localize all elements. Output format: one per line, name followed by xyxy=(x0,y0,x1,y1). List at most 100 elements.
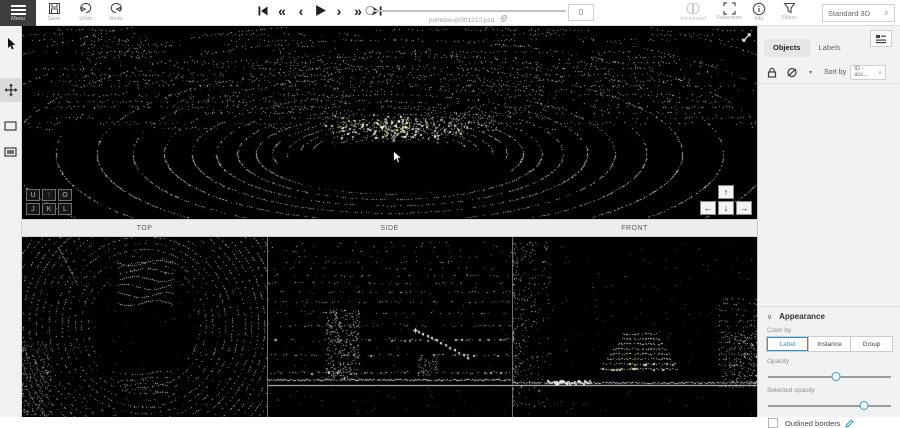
pointer-icon xyxy=(5,37,17,51)
objects-toolbar: ▾ Sort by ID - asc... ∨ xyxy=(758,61,900,84)
next-frame-button[interactable]: › xyxy=(332,3,346,18)
color-by-option-group[interactable]: Group xyxy=(851,337,892,351)
chevron-down-icon: ∨ xyxy=(767,313,772,321)
box-icon xyxy=(4,121,17,131)
sort-select[interactable]: ID - asc... ∨ xyxy=(850,65,886,80)
panel-layout-button[interactable] xyxy=(870,30,892,47)
list-layout-icon xyxy=(875,34,887,44)
color-by-segmented-control: Label Instance Group xyxy=(766,336,893,352)
undo-icon xyxy=(79,2,93,15)
front-view-canvas[interactable] xyxy=(513,237,757,417)
top-view-label: TOP xyxy=(22,220,267,236)
sort-by-label: Sort by xyxy=(824,69,846,76)
pan-left-button[interactable]: ← xyxy=(700,201,716,215)
chevron-down-icon: ∨ xyxy=(878,69,882,76)
expand-icon xyxy=(741,32,752,43)
pan-up-button[interactable]: ↑ xyxy=(718,185,734,199)
selected-opacity-slider[interactable] xyxy=(768,401,891,410)
view-pan-keypad: ↑ ← ↓ → xyxy=(700,183,752,215)
key-o-button[interactable]: O xyxy=(58,189,72,201)
tab-objects[interactable]: Objects xyxy=(764,39,810,57)
expand-view-button[interactable] xyxy=(741,30,752,48)
left-tool-palette xyxy=(0,26,22,417)
opacity-slider-handle[interactable] xyxy=(831,372,840,381)
side-view-canvas[interactable] xyxy=(268,237,512,417)
menu-label: Menu xyxy=(0,17,36,22)
pan-down-button[interactable]: ↓ xyxy=(718,201,734,215)
brain-icon xyxy=(685,2,701,16)
move-icon xyxy=(4,83,18,97)
appearance-title: Appearance xyxy=(779,312,825,321)
tab-labels[interactable]: Labels xyxy=(810,39,850,57)
opacity-slider[interactable] xyxy=(768,372,891,381)
key-k-button[interactable]: K xyxy=(42,203,56,215)
skip-to-start-button[interactable] xyxy=(256,3,270,18)
ortho-views-row xyxy=(22,237,757,417)
top-toolbar: Menu Save Undo Redo « ‹ xyxy=(0,0,900,26)
outlined-borders-checkbox[interactable] xyxy=(768,418,778,428)
eye-off-icon xyxy=(786,67,798,78)
chevron-down-icon: ∨ xyxy=(884,9,889,17)
attachment-icon[interactable] xyxy=(499,15,507,23)
key-i-button[interactable]: I xyxy=(42,189,56,201)
selected-opacity-label: Selected opacity xyxy=(767,387,900,394)
menu-button[interactable]: Menu xyxy=(0,0,36,26)
box-tool-button[interactable] xyxy=(0,114,21,138)
mouse-cursor xyxy=(392,150,403,170)
outlined-borders-row: Outlined borders xyxy=(768,418,900,428)
appearance-header[interactable]: ∨ Appearance xyxy=(758,307,900,321)
move-tool-button[interactable] xyxy=(0,78,21,102)
hide-all-button[interactable] xyxy=(786,67,798,78)
view-mode-value: Standard 3D xyxy=(828,9,870,18)
panel-tabs: Objects Labels xyxy=(764,39,850,57)
pan-right-button[interactable]: → xyxy=(736,201,752,215)
play-icon xyxy=(314,4,327,17)
appearance-section: ∨ Appearance Color by Label Instance Gro… xyxy=(758,306,900,417)
color-by-option-label[interactable]: Label xyxy=(767,337,809,351)
key-u-button[interactable]: U xyxy=(26,189,40,201)
color-by-label: Color by xyxy=(767,327,900,334)
opacity-label: Opacity xyxy=(767,358,900,365)
redo-icon xyxy=(109,2,123,15)
redo-button[interactable]: Redo xyxy=(102,2,130,22)
key-l-button[interactable]: L xyxy=(58,203,72,215)
save-icon xyxy=(48,2,61,15)
color-by-option-instance[interactable]: Instance xyxy=(809,337,851,351)
save-button[interactable]: Save xyxy=(40,2,68,22)
frame-number-input[interactable] xyxy=(568,4,594,21)
undo-button[interactable]: Undo xyxy=(72,2,100,22)
view-mode-select[interactable]: Standard 3D ∨ xyxy=(822,4,895,22)
filter-icon xyxy=(783,2,796,15)
right-panel: Objects Labels ▾ Sort by ID - asc... ∨ ∨… xyxy=(757,26,900,417)
skip-start-icon xyxy=(257,5,269,17)
ortho-view-labels: TOP SIDE FRONT xyxy=(22,219,757,237)
fullscreen-button[interactable]: Fullscreen xyxy=(712,2,746,21)
selected-opacity-slider-handle[interactable] xyxy=(859,401,868,410)
pointcloud-3d-canvas[interactable] xyxy=(22,26,757,219)
caret-down-icon[interactable]: ▾ xyxy=(809,69,812,76)
play-button[interactable] xyxy=(313,3,327,18)
sort-select-value: ID - asc... xyxy=(854,66,878,78)
image-tool-button[interactable] xyxy=(0,140,21,164)
filename-label: pointcloud/001210.pcd xyxy=(429,17,494,24)
lock-icon xyxy=(767,67,777,78)
edit-pencil-icon[interactable] xyxy=(845,419,854,428)
ai-status: not trained xyxy=(676,2,710,22)
lock-all-button[interactable] xyxy=(767,67,777,78)
fullscreen-icon xyxy=(723,2,736,15)
key-j-button[interactable]: J xyxy=(26,203,40,215)
fast-backward-button[interactable]: « xyxy=(275,3,289,18)
top-view-canvas[interactable] xyxy=(22,237,267,417)
view-rotation-keypad: U I O J K L xyxy=(26,187,72,215)
info-icon xyxy=(752,2,766,16)
hamburger-icon xyxy=(11,5,26,15)
filters-button[interactable]: Filters xyxy=(772,2,806,21)
filename-row: pointcloud/001210.pcd xyxy=(360,15,576,24)
select-tool-button[interactable] xyxy=(0,32,21,56)
previous-frame-button[interactable]: ‹ xyxy=(294,3,308,18)
perspective-3d-view[interactable]: U I O J K L ↑ ← ↓ → xyxy=(22,26,757,219)
front-view-label: FRONT xyxy=(512,220,757,236)
info-button[interactable]: Info xyxy=(742,2,776,22)
frame-slider-handle[interactable] xyxy=(366,6,375,15)
frame-slider[interactable] xyxy=(370,10,566,12)
